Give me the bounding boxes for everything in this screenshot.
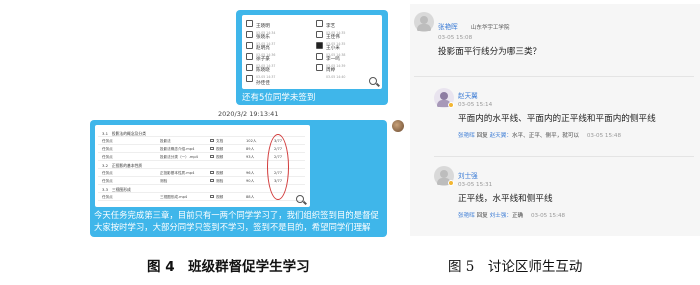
divider <box>414 76 694 77</box>
student-info: 周婷 03-05 14:40 <box>326 56 345 79</box>
reply: 张艳晖 回复 刘士强：正确 03-05 15:48 <box>458 211 565 219</box>
post-time: 03-05 15:08 <box>438 35 473 41</box>
chat-bubble-tasks[interactable]: 3.1 投影法的概念及分类 任务点 投影法 文档 102人 3/77 任务点 投影法概念介绍.… <box>90 120 387 237</box>
table-cell: 任务点 <box>102 171 113 175</box>
discussion-post: 赵天翼 03-05 15:14 平面内的水平线、平面内的正平线和平面内的侧平线 … <box>458 90 656 139</box>
reply-text: 水平、正平、侧平，就可以 <box>511 133 580 139</box>
table-cell: 视频 <box>216 155 224 159</box>
table-cell: 任务点 <box>102 139 113 143</box>
post-school: 山东华宇工学院 <box>470 25 510 31</box>
table-cell: 视频 <box>216 195 224 199</box>
teacher-avatar <box>392 120 404 132</box>
file-type-icon <box>210 139 214 142</box>
highlight-ellipse <box>267 134 289 200</box>
reply-user[interactable]: 张艳晖 <box>458 133 475 139</box>
signin-card[interactable]: 王晓明 03-05 14:34 李艺 03-05 14:35 张晓乐 03-05 14:3… <box>242 15 382 89</box>
reply: 张艳晖 回复 赵天翼：水平、正平、侧平，就可以 03-05 15:48 <box>458 131 656 139</box>
file-type-icon <box>210 155 214 158</box>
student-avatar-icon <box>246 19 253 27</box>
reply-time: 03-05 15:48 <box>530 213 566 219</box>
chat-bubble-signin[interactable]: 王晓明 03-05 14:34 李艺 03-05 14:35 张晓乐 03-05 14:3… <box>236 10 388 105</box>
table-cell: 93人 <box>246 155 255 159</box>
post-time: 03-05 15:14 <box>458 102 493 108</box>
table-cell: 视频 <box>216 171 224 175</box>
student-avatar-icon <box>316 19 323 27</box>
reply-to[interactable]: 赵天翼： <box>490 133 512 139</box>
student-avatar-icon <box>316 63 323 71</box>
student-info: 孙佳佳 <box>256 69 270 88</box>
post-time: 03-05 15:31 <box>458 182 493 188</box>
student-name: 孙佳佳 <box>256 80 270 86</box>
figure-5-caption: 图 5 讨论区师生互动 <box>448 259 583 275</box>
post-user[interactable]: 赵天翼 <box>458 90 656 100</box>
search-icon[interactable] <box>296 195 304 203</box>
table-cell: 任务点 <box>102 195 113 199</box>
post-user[interactable]: 刘士强 <box>458 170 565 180</box>
student-item[interactable]: 周婷 03-05 14:40 <box>316 62 380 79</box>
task-table-card[interactable]: 3.1 投影法的概念及分类 任务点 投影法 文档 102人 3/77 任务点 投影法概念介绍.… <box>95 125 310 207</box>
tasks-caption: 今天任务完成第三章，目前只有一两个同学学习了，我们组织签到目的是督促大家按时学习… <box>94 210 379 232</box>
reply-time: 03-05 15:48 <box>586 133 622 139</box>
table-cell: 文档 <box>216 139 224 143</box>
reply-text: 正确 <box>511 213 524 219</box>
table-cell: 测验 <box>216 179 224 183</box>
reply-user[interactable]: 张艳晖 <box>458 213 475 219</box>
reply-to[interactable]: 刘士强： <box>490 213 512 219</box>
chat-timestamp: 2020/3/2 19:13:41 <box>218 110 279 118</box>
student-avatar-icon <box>246 41 253 49</box>
table-cell: 89人 <box>246 147 255 151</box>
student-signin-time: 03-05 14:40 <box>326 74 346 79</box>
search-icon[interactable] <box>369 77 377 85</box>
signin-caption: 还有5位同学未签到 <box>242 93 316 103</box>
table-cell: 102人 <box>246 139 257 143</box>
table-cell: 90人 <box>246 179 255 183</box>
reply-label: 回复 <box>476 133 488 139</box>
student-avatar-icon <box>246 63 253 71</box>
student-avatar-icon <box>316 52 323 60</box>
post-text: 投影面平行线分为哪三类？ <box>438 47 542 57</box>
file-type-icon <box>210 171 214 174</box>
badge-icon <box>448 180 454 186</box>
table-cell: 投影法概念介绍.mp4 <box>160 147 195 151</box>
student-avatar-icon <box>246 30 253 38</box>
student-avatar-icon <box>316 30 323 38</box>
post-text: 平面内的水平线、平面内的正平线和平面内的侧平线 <box>458 114 656 124</box>
divider <box>434 156 694 157</box>
table-cell: 任务点 <box>102 179 113 183</box>
student-item[interactable]: 孙佳佳 <box>246 73 310 86</box>
file-type-icon <box>210 179 214 182</box>
table-cell: 三视图形成.mp4 <box>160 195 188 199</box>
student-avatar-icon <box>246 52 253 60</box>
table-cell: 视频 <box>216 147 224 151</box>
figure-4: 王晓明 03-05 14:34 李艺 03-05 14:35 张晓乐 03-05 14:3… <box>0 0 420 245</box>
table-cell: 88人 <box>246 195 255 199</box>
reply-label: 回复 <box>476 213 488 219</box>
table-cell: 正投影基本性质.mp4 <box>160 171 195 175</box>
avatar <box>414 12 434 32</box>
table-cell: 投影法 <box>160 139 171 143</box>
post-text: 正平线，水平线和侧平线 <box>458 194 553 204</box>
student-avatar-icon <box>246 74 253 82</box>
table-cell: 测验 <box>160 179 168 183</box>
table-cell: 任务点 <box>102 155 113 159</box>
table-cell: 任务点 <box>102 147 113 151</box>
badge-icon <box>448 102 454 108</box>
file-type-icon <box>210 147 214 150</box>
student-avatar-icon <box>316 41 323 49</box>
discussion-post: 刘士强 03-05 15:31 正平线，水平线和侧平线 张艳晖 回复 刘士强：正… <box>458 170 565 219</box>
student-name: 周婷 <box>326 67 336 73</box>
file-type-icon <box>210 195 214 198</box>
discussion-post: 张艳晖 山东华宇工学院 03-05 15:08 投影面平行线分为哪三类？ <box>438 14 541 57</box>
table-cell: 投影法分类（一）.mp4 <box>160 155 198 159</box>
figure-4-caption: 图 4 班级群督促学生学习 <box>147 259 310 275</box>
figure-5-discussion: 张艳晖 山东华宇工学院 03-05 15:08 投影面平行线分为哪三类？ 赵天翼… <box>410 4 700 236</box>
post-user[interactable]: 张艳晖 <box>438 23 458 31</box>
table-cell: 96人 <box>246 171 255 175</box>
